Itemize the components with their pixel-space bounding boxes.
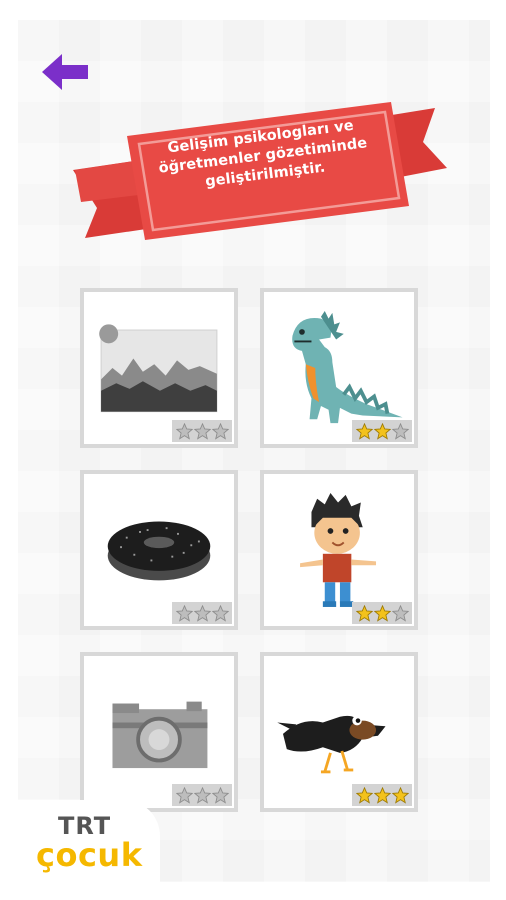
- star-empty-icon: [211, 786, 229, 804]
- card-camera[interactable]: [80, 652, 238, 812]
- card-landscape[interactable]: [80, 288, 238, 448]
- star-empty-icon: [175, 422, 193, 440]
- star-empty-icon: [391, 422, 409, 440]
- star-empty-icon: [391, 604, 409, 622]
- star-empty-icon: [175, 604, 193, 622]
- star-empty-icon: [211, 422, 229, 440]
- star-empty-icon: [193, 604, 211, 622]
- star-filled-icon: [391, 786, 409, 804]
- star-filled-icon: [355, 786, 373, 804]
- card-crow[interactable]: [260, 652, 418, 812]
- star-empty-icon: [193, 422, 211, 440]
- star-empty-icon: [193, 786, 211, 804]
- app-screen: Gelişim psikologları ve öğretmenler göze…: [18, 20, 490, 882]
- back-arrow-icon[interactable]: [40, 52, 90, 92]
- star-rating: [352, 602, 412, 624]
- star-filled-icon: [355, 422, 373, 440]
- star-filled-icon: [373, 422, 391, 440]
- card-donut[interactable]: [80, 470, 238, 630]
- star-rating: [172, 420, 232, 442]
- card-boy[interactable]: [260, 470, 418, 630]
- star-filled-icon: [355, 604, 373, 622]
- star-rating: [172, 602, 232, 624]
- star-filled-icon: [373, 604, 391, 622]
- brand-logo-cocuk: çocuk: [36, 836, 143, 874]
- card-dinosaur[interactable]: [260, 288, 418, 448]
- star-rating: [172, 784, 232, 806]
- star-empty-icon: [211, 604, 229, 622]
- star-rating: [352, 784, 412, 806]
- star-filled-icon: [373, 786, 391, 804]
- star-rating: [352, 420, 412, 442]
- star-empty-icon: [175, 786, 193, 804]
